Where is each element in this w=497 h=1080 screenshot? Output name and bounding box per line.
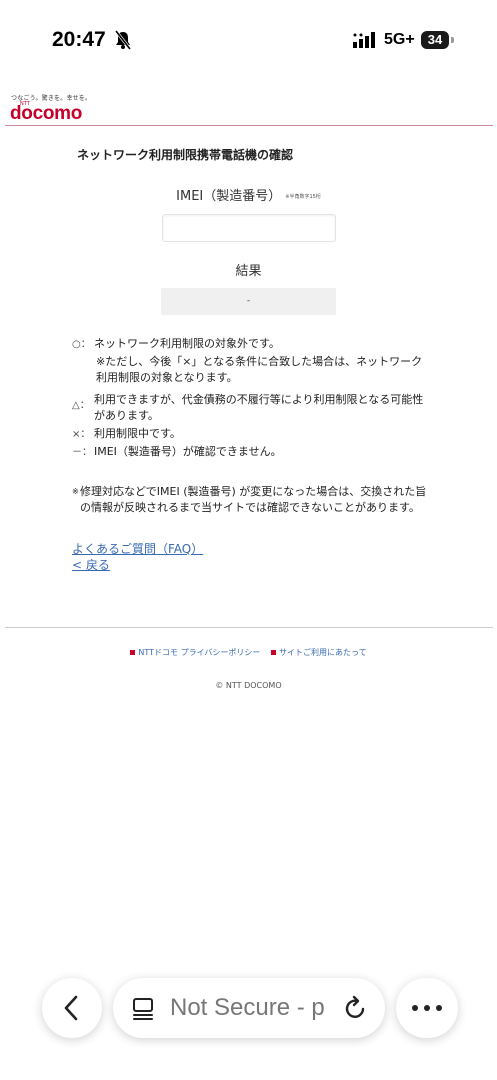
docomo-logo[interactable]: docomo bbox=[10, 103, 82, 125]
legend-text: 利用できますが、代金債務の不履行等により利用制限となる可能性があります。 bbox=[94, 393, 424, 422]
network-type: 5G+ bbox=[384, 31, 415, 48]
more-icon bbox=[412, 1005, 442, 1011]
imei-note: ※半角数字15桁 bbox=[285, 194, 321, 200]
footer-divider bbox=[5, 627, 493, 628]
bullet-icon bbox=[270, 650, 276, 655]
legend-item-caution: △： 利用できますが、代金債務の不履行等により利用制限となる可能性があります。 bbox=[72, 392, 432, 424]
imei-input[interactable] bbox=[162, 214, 336, 242]
site-terms-link[interactable]: サイトご利用にあたって bbox=[270, 648, 367, 657]
tabs-icon bbox=[133, 998, 153, 1020]
legend-item-ok: ○： ネットワーク利用制限の対象外です。 bbox=[72, 336, 432, 353]
legend-item-restricted: ×： 利用制限中です。 bbox=[72, 426, 432, 443]
remark-text: 修理対応などでIMEI (製造番号) が変更になった場合は、交換された旨の情報が… bbox=[80, 485, 427, 514]
legend-text: ネットワーク利用制限の対象外です。 bbox=[94, 337, 280, 350]
status-bar: 20:47 5G+ 34 bbox=[0, 0, 497, 80]
battery-icon: 34 bbox=[421, 31, 449, 49]
privacy-policy-link[interactable]: NTTドコモ プライバシーポリシー bbox=[130, 648, 260, 657]
legend-symbol: －： bbox=[72, 447, 92, 458]
remark-note: ※ 修理対応などでIMEI (製造番号) が変更になった場合は、交換された旨の情報… bbox=[72, 484, 432, 516]
legend-item-unknown: －： IMEI（製造番号）が確認できません。 bbox=[72, 444, 432, 461]
battery-tip bbox=[451, 37, 454, 43]
more-button[interactable] bbox=[396, 978, 458, 1038]
page-title: ネットワーク利用制限携帯電話機の確認 bbox=[77, 148, 294, 162]
imei-label-text: IMEI（製造番号） bbox=[176, 189, 282, 204]
copyright: © NTT DOCOMO bbox=[215, 681, 282, 690]
legend-symbol: ×： bbox=[72, 429, 91, 440]
bell-muted-icon bbox=[114, 30, 132, 50]
footer-links: NTTドコモ プライバシーポリシー サイトご利用にあたって bbox=[0, 647, 497, 658]
back-arrow-icon bbox=[64, 995, 78, 1021]
status-time: 20:47 bbox=[52, 28, 106, 51]
result-value: - bbox=[161, 288, 336, 315]
result-label: 結果 bbox=[235, 264, 262, 279]
address-bar[interactable]: Not Secure - p bbox=[113, 978, 385, 1038]
signal-icon bbox=[353, 32, 375, 48]
legend-text: IMEI（製造番号）が確認できません。 bbox=[94, 445, 282, 458]
imei-label: IMEI（製造番号） ※半角数字15桁 bbox=[0, 185, 497, 204]
bullet-icon bbox=[130, 650, 136, 655]
header-divider bbox=[5, 125, 493, 126]
back-link[interactable]: < 戻る bbox=[72, 556, 110, 573]
reload-icon[interactable] bbox=[341, 994, 369, 1022]
faq-link[interactable]: よくあるご質問（FAQ） bbox=[72, 540, 203, 557]
legend-text: 利用制限中です。 bbox=[94, 427, 181, 440]
legend-symbol: △： bbox=[72, 400, 90, 411]
browser-back-button[interactable] bbox=[42, 978, 102, 1038]
legend-symbol: ○： bbox=[72, 339, 91, 350]
legend-item-note: ※ただし、今後「×」となる条件に合致した場合は、ネットワーク利用制限の対象となり… bbox=[72, 354, 432, 386]
remark-star: ※ bbox=[72, 487, 79, 496]
url-text: Not Secure - p bbox=[170, 994, 325, 1021]
legend-text: ※ただし、今後「×」となる条件に合致した場合は、ネットワーク利用制限の対象となり… bbox=[96, 355, 423, 384]
